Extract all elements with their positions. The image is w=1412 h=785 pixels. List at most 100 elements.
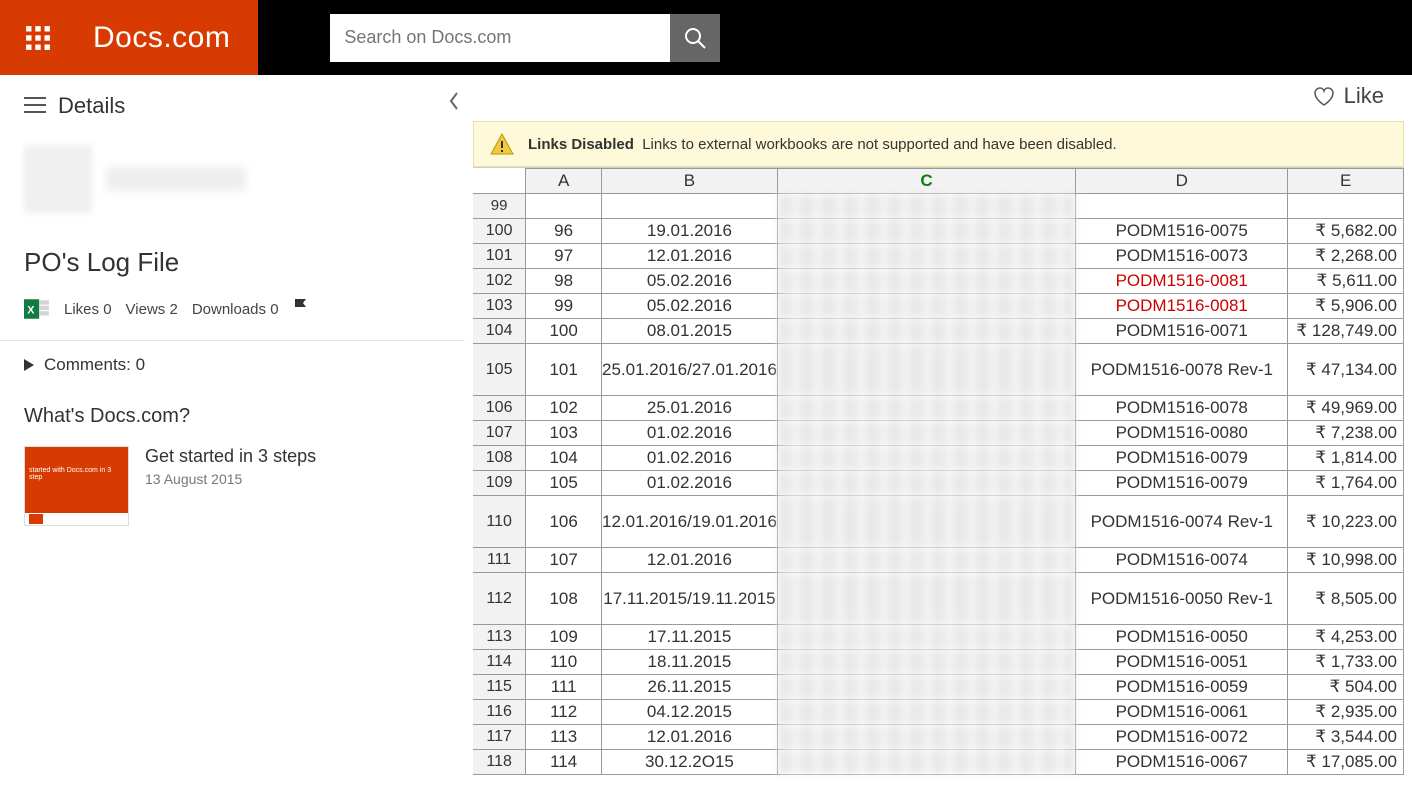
cell[interactable]: 104	[526, 446, 602, 471]
cell[interactable]: PODM1516-0079	[1076, 471, 1288, 496]
row-header[interactable]: 114	[473, 650, 526, 675]
cell[interactable]	[777, 471, 1075, 496]
author-name[interactable]	[106, 167, 246, 191]
row-header[interactable]: 113	[473, 625, 526, 650]
cell[interactable]: 103	[526, 421, 602, 446]
row-header[interactable]: 116	[473, 700, 526, 725]
cell[interactable]: ₹ 1,814.00	[1288, 446, 1404, 471]
cell[interactable]: ₹ 5,682.00	[1288, 219, 1404, 244]
cell[interactable]: 17.11.2015/19.11.2015	[602, 573, 778, 625]
cell[interactable]: 12.01.2016/19.01.2016	[602, 496, 778, 548]
cell[interactable]: 106	[526, 496, 602, 548]
cell[interactable]: 96	[526, 219, 602, 244]
cell[interactable]: 01.02.2016	[602, 446, 778, 471]
cell[interactable]: 114	[526, 750, 602, 775]
cell[interactable]: 108	[526, 573, 602, 625]
cell[interactable]: 101	[526, 344, 602, 396]
cell[interactable]: 110	[526, 650, 602, 675]
row-header[interactable]: 106	[473, 396, 526, 421]
col-header-d[interactable]: D	[1076, 169, 1288, 194]
cell[interactable]: ₹ 10,998.00	[1288, 548, 1404, 573]
cell[interactable]: 17.11.2015	[602, 625, 778, 650]
cell[interactable]: 107	[526, 548, 602, 573]
cell[interactable]	[777, 725, 1075, 750]
cell[interactable]: 109	[526, 625, 602, 650]
row-header[interactable]: 110	[473, 496, 526, 548]
cell[interactable]: 04.12.2015	[602, 700, 778, 725]
app-launcher-button[interactable]	[0, 0, 75, 75]
search-input[interactable]	[330, 14, 670, 62]
cell[interactable]: PODM1516-0050	[1076, 625, 1288, 650]
cell[interactable]: PODM1516-0081	[1076, 294, 1288, 319]
cell[interactable]: 111	[526, 675, 602, 700]
col-header-b[interactable]: B	[602, 169, 778, 194]
row-header[interactable]: 117	[473, 725, 526, 750]
cell[interactable]: PODM1516-0074 Rev-1	[1076, 496, 1288, 548]
row-header[interactable]: 103	[473, 294, 526, 319]
cell[interactable]	[777, 396, 1075, 421]
cell[interactable]: 113	[526, 725, 602, 750]
cell[interactable]	[777, 548, 1075, 573]
cell[interactable]: 25.01.2016/27.01.2016	[602, 344, 778, 396]
cell[interactable]: 112	[526, 700, 602, 725]
row-header[interactable]: 115	[473, 675, 526, 700]
row-header[interactable]: 105	[473, 344, 526, 396]
cell[interactable]: ₹ 504.00	[1288, 675, 1404, 700]
row-header[interactable]: 109	[473, 471, 526, 496]
col-header-c[interactable]: C	[777, 169, 1075, 194]
cell[interactable]	[777, 421, 1075, 446]
collapse-sidebar-button[interactable]	[447, 89, 461, 116]
cell[interactable]	[777, 700, 1075, 725]
cell[interactable]: 19.01.2016	[602, 219, 778, 244]
cell[interactable]: 05.02.2016	[602, 294, 778, 319]
cell[interactable]: PODM1516-0078	[1076, 396, 1288, 421]
cell[interactable]	[777, 294, 1075, 319]
cell[interactable]: 99	[526, 294, 602, 319]
cell[interactable]	[777, 244, 1075, 269]
hamburger-icon[interactable]	[24, 93, 46, 119]
row-header[interactable]: 112	[473, 573, 526, 625]
row-header[interactable]: 99	[473, 194, 526, 219]
cell[interactable]: PODM1516-0067	[1076, 750, 1288, 775]
cell[interactable]: ₹ 17,085.00	[1288, 750, 1404, 775]
cell[interactable]: 26.11.2015	[602, 675, 778, 700]
cell[interactable]: 98	[526, 269, 602, 294]
cell[interactable]	[777, 219, 1075, 244]
row-header[interactable]: 100	[473, 219, 526, 244]
comments-toggle[interactable]: Comments: 0	[24, 355, 441, 375]
cell[interactable]: 100	[526, 319, 602, 344]
cell[interactable]: ₹ 1,764.00	[1288, 471, 1404, 496]
cell[interactable]: PODM1516-0075	[1076, 219, 1288, 244]
cell[interactable]: PODM1516-0051	[1076, 650, 1288, 675]
cell[interactable]	[777, 625, 1075, 650]
cell[interactable]: 12.01.2016	[602, 244, 778, 269]
cell[interactable]: ₹ 5,906.00	[1288, 294, 1404, 319]
cell[interactable]: ₹ 1,733.00	[1288, 650, 1404, 675]
cell[interactable]: 18.11.2015	[602, 650, 778, 675]
cell[interactable]: 01.02.2016	[602, 421, 778, 446]
cell[interactable]: PODM1516-0050 Rev-1	[1076, 573, 1288, 625]
row-header[interactable]: 101	[473, 244, 526, 269]
spreadsheet[interactable]: A B C D E 991009619.01.2016PODM1516-0075…	[473, 167, 1404, 785]
cell[interactable]	[777, 675, 1075, 700]
row-header[interactable]: 104	[473, 319, 526, 344]
cell[interactable]: PODM1516-0080	[1076, 421, 1288, 446]
cell[interactable]: 08.01.2015	[602, 319, 778, 344]
cell[interactable]: PODM1516-0061	[1076, 700, 1288, 725]
cell[interactable]: ₹ 128,749.00	[1288, 319, 1404, 344]
col-header-a[interactable]: A	[526, 169, 602, 194]
cell[interactable]: ₹ 2,935.00	[1288, 700, 1404, 725]
cell[interactable]: ₹ 5,611.00	[1288, 269, 1404, 294]
cell[interactable]: ₹ 3,544.00	[1288, 725, 1404, 750]
row-header[interactable]: 107	[473, 421, 526, 446]
cell[interactable]: ₹ 4,253.00	[1288, 625, 1404, 650]
cell[interactable]: 25.01.2016	[602, 396, 778, 421]
like-button[interactable]: Like	[1312, 83, 1384, 109]
cell[interactable]: 12.01.2016	[602, 725, 778, 750]
brand-logo[interactable]: Docs.com	[75, 0, 258, 75]
cell[interactable]: ₹ 49,969.00	[1288, 396, 1404, 421]
cell[interactable]: 105	[526, 471, 602, 496]
cell[interactable]: PODM1516-0071	[1076, 319, 1288, 344]
cell[interactable]: 30.12.2O15	[602, 750, 778, 775]
cell[interactable]: ₹ 47,134.00	[1288, 344, 1404, 396]
